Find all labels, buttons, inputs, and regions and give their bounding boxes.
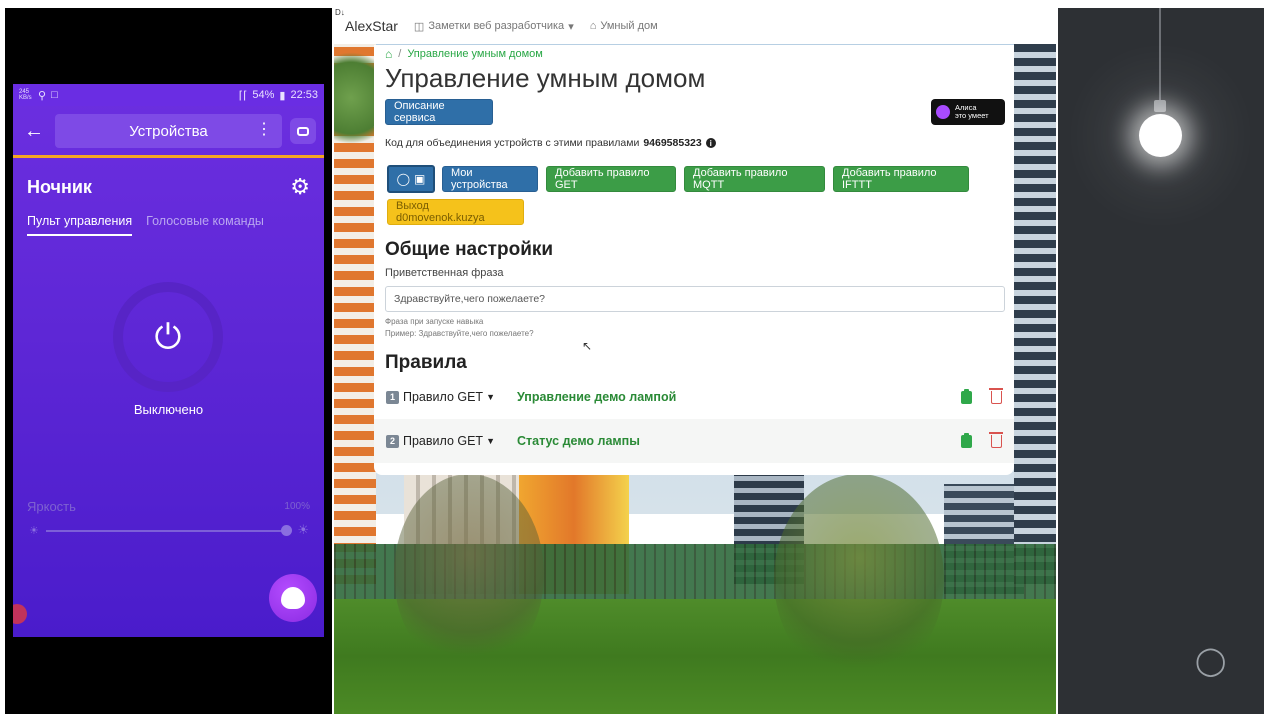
device-name: Ночник xyxy=(27,176,92,197)
power-icon: ⏻ xyxy=(154,318,182,356)
chevron-down-icon: ▼ xyxy=(486,436,495,446)
nav-dev-notes-label: Заметки веб разработчика xyxy=(428,20,565,32)
device-icons-button[interactable]: ◯ ▣ xyxy=(387,165,435,193)
logout-button[interactable]: Выход d0movenok.kuzya xyxy=(387,199,524,225)
rule-number: 2 xyxy=(386,434,399,448)
more-vertical-icon[interactable]: ⋮ xyxy=(256,120,272,140)
brand-mark: D↓ xyxy=(335,8,345,17)
add-get-rule-button[interactable]: Добавить правило GET xyxy=(546,166,676,192)
brightness-value: 100% xyxy=(284,501,310,512)
devices-title-bar[interactable]: Устройства ⋮ xyxy=(55,114,282,148)
info-icon[interactable]: i xyxy=(705,138,716,148)
greeting-hint: Фраза при запуске навыка xyxy=(385,317,484,326)
sun-large-icon: ☀ xyxy=(297,522,309,537)
appbar-title: Устройства xyxy=(129,122,208,140)
rule-name-link[interactable]: Статус демо лампы xyxy=(517,434,640,448)
table-row: 2 Правило GET ▼ Статус демо лампы xyxy=(374,419,1014,463)
battery-icon: ▮ xyxy=(279,89,286,102)
rule-type-label: Правило GET xyxy=(403,434,484,448)
lamp-wire xyxy=(1159,8,1161,103)
rule-type-dropdown[interactable]: Правило GET ▼ xyxy=(403,390,495,404)
floating-dot[interactable] xyxy=(13,604,27,624)
phone-screen: 245 KB/s ⚲ □ ⌈⌈ 54% ▮ 22:53 ← Устройства… xyxy=(13,84,324,637)
status-bar: 245 KB/s ⚲ □ ⌈⌈ 54% ▮ 22:53 xyxy=(13,84,324,106)
brightness-label: Яркость xyxy=(27,499,76,514)
breadcrumb: ⌂ / Управление умным домом xyxy=(385,47,543,61)
my-devices-button[interactable]: Мои устройства xyxy=(442,166,538,192)
nav-smart-home[interactable]: ⌂ Умный дом xyxy=(590,20,658,32)
book-icon: ◫ xyxy=(413,20,425,33)
arrow-left-icon[interactable]: ← xyxy=(21,120,47,143)
greeting-label: Приветственная фраза xyxy=(385,267,504,279)
device-tabs: Пульт управления Голосовые команды xyxy=(13,200,324,236)
screen: 245 KB/s ⚲ □ ⌈⌈ 54% ▮ 22:53 ← Устройства… xyxy=(0,0,1280,720)
lightbulb-icon[interactable]: ◯ xyxy=(1195,644,1226,677)
general-settings-title: Общие настройки xyxy=(385,239,554,260)
greeting-example: Пример: Здравствуйте,чего пожелаете? xyxy=(385,329,534,338)
rule-type-label: Правило GET xyxy=(403,390,484,404)
rule-type-dropdown[interactable]: Правило GET ▼ xyxy=(403,434,495,448)
clipboard-icon[interactable] xyxy=(961,388,972,404)
socket-icon: ▣ xyxy=(414,172,426,186)
main-card: ⌂ / Управление умным домом Управление ум… xyxy=(374,45,1014,475)
power-button[interactable]: ⏻ xyxy=(113,282,223,392)
alice-logo-icon xyxy=(936,105,950,119)
chevron-down-icon: ▼ xyxy=(486,392,495,402)
lightbulb-icon: ◯ xyxy=(396,172,411,186)
site-brand[interactable]: D↓ AlexStar xyxy=(335,8,398,34)
greeting-input[interactable]: Здравствуйте,чего пожелаете? xyxy=(385,286,1005,312)
service-description-button[interactable]: Описание сервиса xyxy=(385,99,493,125)
trash-icon[interactable] xyxy=(989,387,1003,404)
nav-dev-notes[interactable]: ◫ Заметки веб разработчика ▾ xyxy=(414,20,574,33)
nav-smart-home-label: Умный дом xyxy=(600,20,658,32)
rules-title: Правила xyxy=(385,352,467,373)
home-icon: ⌂ xyxy=(589,20,597,32)
notification-icon: □ xyxy=(51,89,58,101)
alice-button[interactable] xyxy=(269,574,317,622)
top-navbar: D↓ AlexStar ◫ Заметки веб разработчика ▾… xyxy=(334,8,1056,44)
lamp-panel: ◯ xyxy=(1058,8,1264,714)
device-header: Ночник ⚙ xyxy=(13,158,324,200)
code-label: Код для объединения устройств с этими пр… xyxy=(385,137,640,149)
gear-icon[interactable]: ⚙ xyxy=(290,174,310,200)
mouse-cursor-icon: ↖ xyxy=(582,339,593,353)
rule-name-link[interactable]: Управление демо лампой xyxy=(517,390,676,404)
brand-text: AlexStar xyxy=(345,18,398,34)
tab-remote-control[interactable]: Пульт управления xyxy=(27,214,133,236)
search-icon: ⚲ xyxy=(38,89,47,102)
brightness-slider[interactable] xyxy=(46,530,288,532)
battery-level: 54% xyxy=(252,89,275,101)
brightness-slider-thumb[interactable] xyxy=(281,525,292,536)
add-mqtt-rule-button[interactable]: Добавить правило MQTT xyxy=(684,166,825,192)
power-state-label: Выключено xyxy=(133,402,204,417)
tab-voice-commands[interactable]: Голосовые команды xyxy=(146,214,264,236)
table-row: 1 Правило GET ▼ Управление демо лампой xyxy=(374,375,1014,419)
rule-number: 1 xyxy=(386,390,399,404)
app-bar: ← Устройства ⋮ xyxy=(13,106,324,156)
signal-icon: ⌈⌈ xyxy=(238,89,248,102)
trash-icon[interactable] xyxy=(989,431,1003,448)
sun-small-icon: ☀ xyxy=(29,525,39,537)
add-ifttt-rule-button[interactable]: Добавить правило IFTTT xyxy=(833,166,969,192)
caret-down-icon: ▾ xyxy=(568,20,574,33)
page-title: Управление умным домом xyxy=(385,63,706,93)
alice-icon xyxy=(281,587,305,609)
lamp-socket xyxy=(1154,100,1166,112)
breadcrumb-current[interactable]: Управление умным домом xyxy=(407,48,543,60)
alice-badge[interactable]: Алиса это умеет xyxy=(931,99,1005,125)
clipboard-icon[interactable] xyxy=(961,432,972,448)
net-speed: 245 KB/s xyxy=(19,89,32,101)
bulb-glow xyxy=(1139,114,1182,157)
home-icon[interactable]: ⌂ xyxy=(385,47,392,61)
merge-code-line: Код для объединения устройств с этими пр… xyxy=(385,137,716,149)
alice-badge-line2: это умеет xyxy=(955,111,989,120)
clock: 22:53 xyxy=(290,89,318,101)
tv-icon[interactable] xyxy=(290,118,316,144)
code-value: 9469585323 xyxy=(643,137,702,149)
